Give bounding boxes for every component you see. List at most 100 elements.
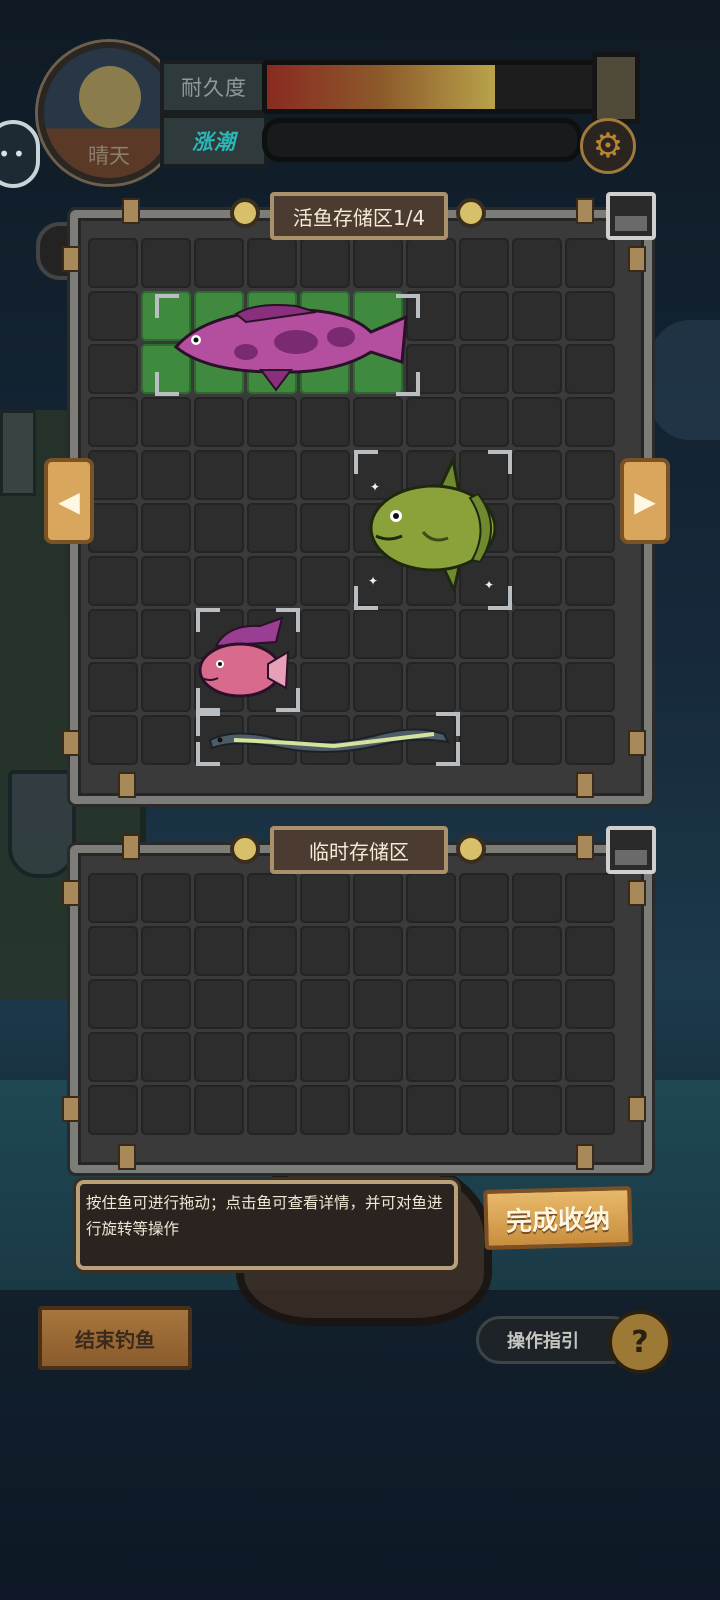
storage-cell[interactable] <box>141 715 191 765</box>
help-question-icon[interactable]: ? <box>608 1310 672 1374</box>
storage-cell[interactable] <box>141 662 191 712</box>
storage-cell[interactable] <box>512 1085 562 1135</box>
storage-cell[interactable] <box>141 397 191 447</box>
storage-cell[interactable] <box>300 926 350 976</box>
storage-cell[interactable] <box>459 238 509 288</box>
storage-cell[interactable] <box>300 1032 350 1082</box>
storage-cell[interactable] <box>565 873 615 923</box>
storage-cell[interactable] <box>406 397 456 447</box>
storage-cell[interactable] <box>512 397 562 447</box>
storage-cell[interactable] <box>353 979 403 1029</box>
storage-cell[interactable] <box>406 926 456 976</box>
storage-cell[interactable] <box>406 662 456 712</box>
storage-cell[interactable] <box>141 1032 191 1082</box>
storage-cell[interactable] <box>406 1032 456 1082</box>
storage-cell[interactable] <box>247 926 297 976</box>
storage-cell[interactable] <box>459 979 509 1029</box>
storage-cell[interactable] <box>565 979 615 1029</box>
storage-cell[interactable] <box>141 450 191 500</box>
storage-cell[interactable] <box>565 556 615 606</box>
storage-cell[interactable] <box>459 873 509 923</box>
fish-green-sunfish[interactable] <box>368 456 508 596</box>
storage-cell[interactable] <box>300 450 350 500</box>
storage-cell[interactable] <box>88 344 138 394</box>
storage-cell[interactable] <box>565 1085 615 1135</box>
storage-cell[interactable] <box>459 609 509 659</box>
storage-cell[interactable] <box>88 503 138 553</box>
storage-cell[interactable] <box>565 503 615 553</box>
storage-cell[interactable] <box>353 662 403 712</box>
storage-cell[interactable] <box>300 503 350 553</box>
storage-cell[interactable] <box>194 556 244 606</box>
storage-cell[interactable] <box>247 979 297 1029</box>
storage-cell[interactable] <box>565 238 615 288</box>
storage-cell[interactable] <box>512 979 562 1029</box>
storage-cell[interactable] <box>512 609 562 659</box>
storage-cell[interactable] <box>459 662 509 712</box>
storage-cell[interactable] <box>459 715 509 765</box>
storage-cell[interactable] <box>565 291 615 341</box>
storage-cell[interactable] <box>194 979 244 1029</box>
storage-cell[interactable] <box>194 503 244 553</box>
storage-cell[interactable] <box>512 1032 562 1082</box>
storage-cell[interactable] <box>353 609 403 659</box>
storage-cell[interactable] <box>247 397 297 447</box>
storage-cell[interactable] <box>141 609 191 659</box>
storage-cell[interactable] <box>565 926 615 976</box>
storage-cell[interactable] <box>247 503 297 553</box>
previous-page-button[interactable]: ◀ <box>44 458 94 544</box>
storage-cell[interactable] <box>88 1032 138 1082</box>
storage-cell[interactable] <box>88 397 138 447</box>
storage-cell[interactable] <box>406 238 456 288</box>
storage-cell[interactable] <box>88 926 138 976</box>
storage-cell[interactable] <box>300 1085 350 1135</box>
storage-cell[interactable] <box>141 556 191 606</box>
storage-cell[interactable] <box>247 556 297 606</box>
storage-cell[interactable] <box>512 450 562 500</box>
storage-cell[interactable] <box>459 344 509 394</box>
storage-cell[interactable] <box>88 662 138 712</box>
storage-cell[interactable] <box>512 344 562 394</box>
storage-cell[interactable] <box>565 344 615 394</box>
storage-cell[interactable] <box>565 662 615 712</box>
storage-cell[interactable] <box>406 1085 456 1135</box>
storage-cell[interactable] <box>88 1085 138 1135</box>
storage-cell[interactable] <box>247 450 297 500</box>
storage-cell[interactable] <box>88 715 138 765</box>
storage-cell[interactable] <box>88 873 138 923</box>
storage-cell[interactable] <box>459 1032 509 1082</box>
storage-cell[interactable] <box>141 979 191 1029</box>
storage-cell[interactable] <box>141 1085 191 1135</box>
storage-cell[interactable] <box>512 926 562 976</box>
storage-cell[interactable] <box>512 291 562 341</box>
storage-cell[interactable] <box>141 238 191 288</box>
storage-cell[interactable] <box>141 926 191 976</box>
storage-cell[interactable] <box>194 1032 244 1082</box>
storage-cell[interactable] <box>194 397 244 447</box>
storage-cell[interactable] <box>512 873 562 923</box>
storage-cell[interactable] <box>88 979 138 1029</box>
storage-cell[interactable] <box>565 397 615 447</box>
storage-cell[interactable] <box>88 450 138 500</box>
temp-storage-toggle-button[interactable] <box>606 826 656 874</box>
storage-cell[interactable] <box>300 397 350 447</box>
storage-cell[interactable] <box>512 662 562 712</box>
live-storage-toggle-button[interactable] <box>606 192 656 240</box>
finish-storing-button[interactable]: 完成收纳 <box>483 1186 633 1250</box>
storage-cell[interactable] <box>300 662 350 712</box>
storage-cell[interactable] <box>300 979 350 1029</box>
storage-cell[interactable] <box>300 873 350 923</box>
storage-cell[interactable] <box>247 238 297 288</box>
storage-cell[interactable] <box>512 556 562 606</box>
storage-cell[interactable] <box>512 715 562 765</box>
storage-cell[interactable] <box>353 873 403 923</box>
storage-cell[interactable] <box>194 1085 244 1135</box>
storage-cell[interactable] <box>300 609 350 659</box>
storage-cell[interactable] <box>406 979 456 1029</box>
storage-cell[interactable] <box>459 291 509 341</box>
gear-icon[interactable]: ⚙ <box>580 118 636 174</box>
storage-cell[interactable] <box>353 926 403 976</box>
storage-cell[interactable] <box>565 1032 615 1082</box>
storage-cell[interactable] <box>88 556 138 606</box>
storage-cell[interactable] <box>194 450 244 500</box>
